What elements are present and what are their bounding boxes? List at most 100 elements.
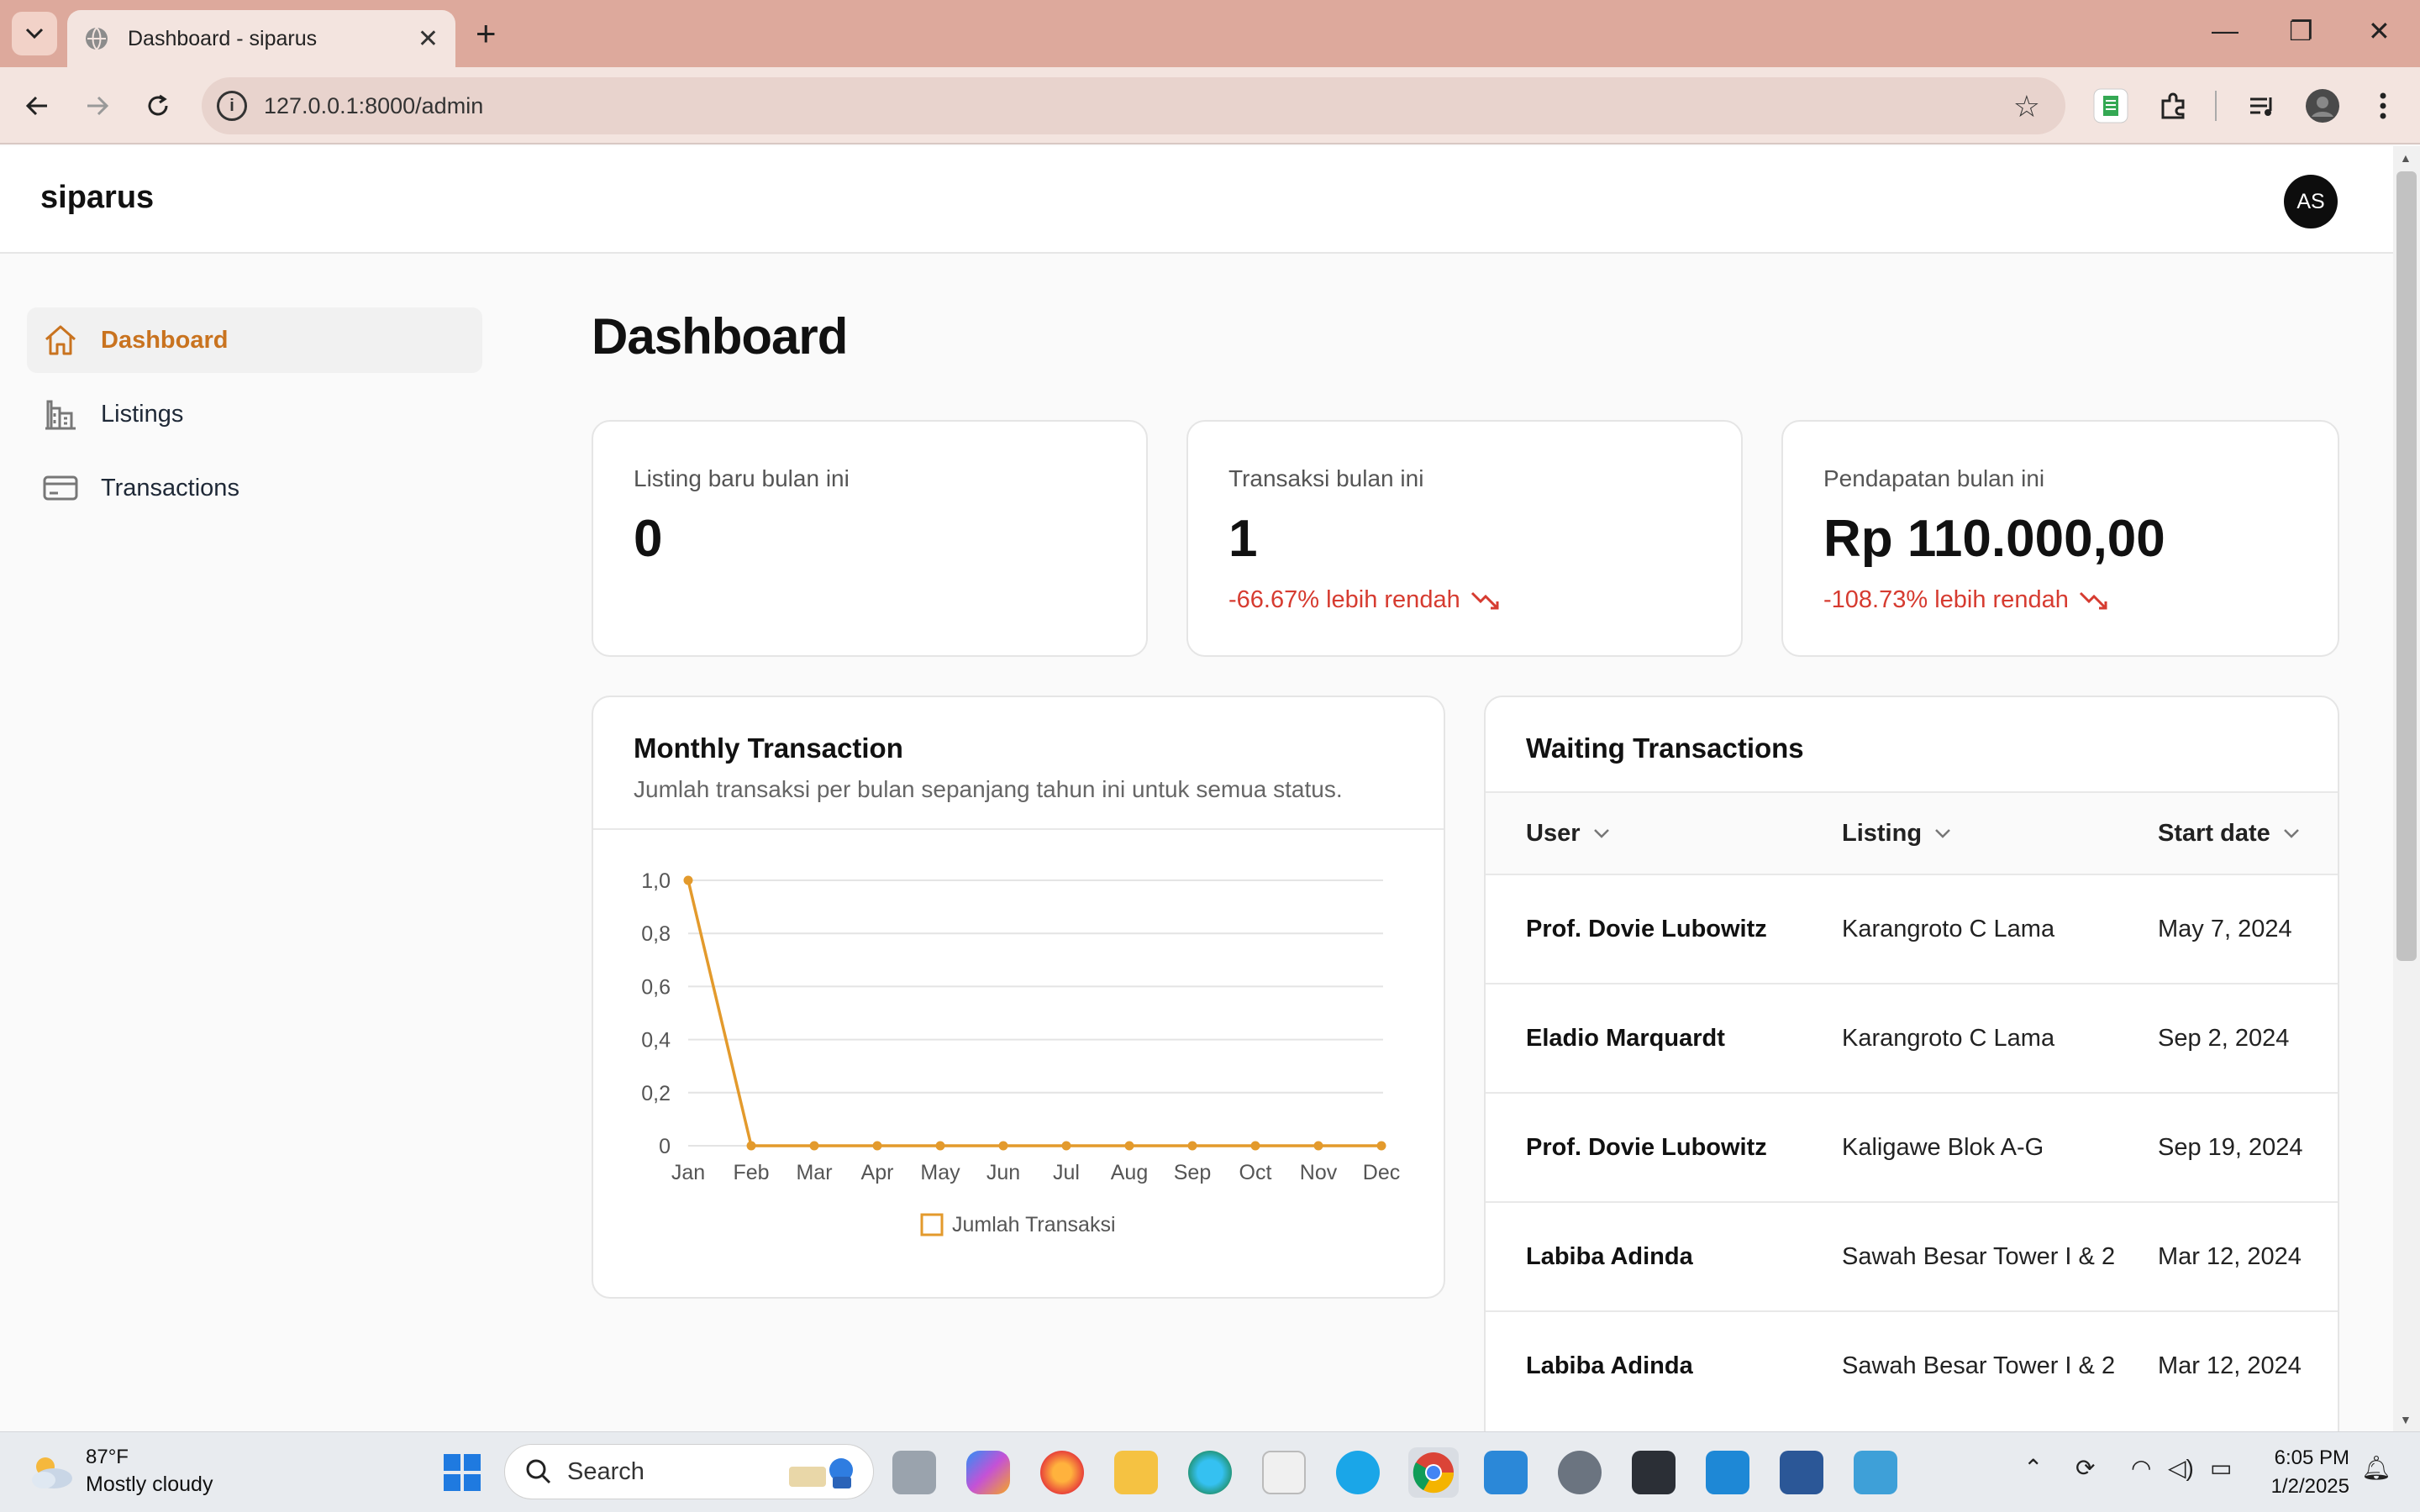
- series-line: [687, 879, 1381, 1147]
- table-row[interactable]: Labiba Adinda Sawah Besar Tower I & 2 Ma…: [1486, 1201, 2338, 1310]
- cell-user: Labiba Adinda: [1526, 1242, 1693, 1270]
- cell-user: Prof. Dovie Lubowitz: [1526, 915, 1767, 942]
- volume-icon[interactable]: ◁): [2168, 1454, 2194, 1482]
- column-header-user[interactable]: User: [1526, 793, 1611, 874]
- notepad-icon[interactable]: [1484, 1451, 1528, 1494]
- data-point: [809, 1141, 819, 1151]
- extensions-puzzle-icon[interactable]: [2153, 86, 2193, 126]
- taskbar-search[interactable]: Search: [504, 1444, 874, 1499]
- system-clock[interactable]: 6:05 PM 1/2/2025: [2269, 1444, 2349, 1501]
- user-avatar[interactable]: AS: [2284, 175, 2338, 228]
- back-button[interactable]: [17, 86, 57, 126]
- arrow-right-icon: [87, 96, 109, 116]
- cell-listing: Sawah Besar Tower I & 2: [1842, 1242, 2116, 1270]
- edge-icon[interactable]: [1188, 1451, 1232, 1494]
- minimize-button[interactable]: —: [2212, 15, 2238, 46]
- column-header-listing[interactable]: Listing: [1842, 793, 1952, 874]
- copilot-icon[interactable]: [966, 1451, 1010, 1494]
- firefox-icon[interactable]: [1040, 1451, 1084, 1494]
- scrollbar-thumb[interactable]: [2396, 171, 2417, 961]
- sidebar-item-label: Dashboard: [101, 326, 229, 354]
- stat-card-new-listings: Listing baru bulan ini 0: [592, 420, 1148, 657]
- weather-widget[interactable]: 87°F Mostly cloudy: [27, 1446, 213, 1497]
- file-explorer-icon[interactable]: [1114, 1451, 1158, 1494]
- elephant-app-icon[interactable]: [1336, 1451, 1380, 1494]
- clock-time: 6:05 PM: [2274, 1446, 2349, 1469]
- stat-delta-text: -108.73% lebih rendah: [1823, 586, 2069, 613]
- table-row[interactable]: Prof. Dovie Lubowitz Kaligawe Blok A-G S…: [1486, 1092, 2338, 1201]
- x-tick-label: Jul: [1053, 1161, 1080, 1184]
- wifi-icon[interactable]: ◠: [2131, 1454, 2151, 1482]
- chevron-down-icon: [2283, 829, 2299, 838]
- forward-button[interactable]: [77, 86, 118, 126]
- sync-icon[interactable]: ⟳: [2075, 1454, 2095, 1482]
- credit-card-icon: [42, 470, 79, 507]
- stat-delta: -66.67% lebih rendah: [1228, 586, 1502, 614]
- restore-button[interactable]: ❐: [2289, 15, 2313, 47]
- settings-gear-icon[interactable]: [1558, 1451, 1602, 1494]
- y-tick-label: 0,4: [641, 1029, 671, 1053]
- battery-icon[interactable]: ▭: [2210, 1454, 2232, 1482]
- chart-subtitle: Jumlah transaksi per bulan sepanjang tah…: [634, 776, 1343, 802]
- terminal-icon[interactable]: [1632, 1451, 1676, 1494]
- chevron-down-icon: [1935, 829, 1950, 838]
- x-tick-label: May: [920, 1161, 960, 1184]
- data-point: [935, 1141, 945, 1151]
- sidebar-item-transactions[interactable]: Transactions: [27, 455, 482, 521]
- stat-card-revenue: Pendapatan bulan ini Rp 110.000,00 -108.…: [1781, 420, 2339, 657]
- chrome-icon: [1413, 1452, 1455, 1494]
- y-tick-label: 0,2: [641, 1082, 671, 1105]
- reload-icon: [148, 94, 168, 116]
- paint-icon[interactable]: [1854, 1451, 1897, 1494]
- browser-menu-icon[interactable]: [2363, 86, 2403, 126]
- scroll-up-icon[interactable]: ▲: [2400, 151, 2412, 165]
- stat-value: 1: [1228, 510, 1258, 568]
- media-control-icon[interactable]: [2242, 86, 2282, 126]
- table-row[interactable]: Labiba Adinda Sawah Besar Tower I & 2 Ma…: [1486, 1310, 2338, 1420]
- weather-temp: 87°F: [86, 1446, 129, 1468]
- data-point: [683, 875, 693, 885]
- data-point: [872, 1141, 882, 1151]
- column-header-start-date[interactable]: Start date: [2158, 793, 2301, 874]
- sidebar-item-dashboard[interactable]: Dashboard: [27, 307, 482, 373]
- site-info-icon[interactable]: i: [217, 91, 247, 121]
- cell-start-date: Sep 2, 2024: [2158, 1024, 2290, 1052]
- stat-card-transactions: Transaksi bulan ini 1 -66.67% lebih rend…: [1186, 420, 1743, 657]
- stat-label: Pendapatan bulan ini: [1823, 465, 2045, 491]
- tray-overflow-icon[interactable]: ⌃: [2023, 1454, 2043, 1482]
- reload-button[interactable]: [138, 86, 178, 126]
- data-point: [1313, 1141, 1323, 1151]
- notification-bell-icon[interactable]: 🔔︎: [2361, 1454, 2391, 1482]
- brand-logo[interactable]: siparus: [40, 180, 154, 216]
- page-scrollbar[interactable]: ▲ ▼: [2393, 146, 2420, 1431]
- chevron-down-icon: [1593, 829, 1609, 838]
- app-header: siparus AS: [0, 146, 2393, 254]
- sheets-extension-icon[interactable]: [2091, 86, 2131, 126]
- start-button[interactable]: [440, 1451, 484, 1494]
- address-bar[interactable]: i 127.0.0.1:8000/admin ☆: [202, 77, 2065, 134]
- chrome-active-button[interactable]: [1408, 1447, 1459, 1498]
- toolbar-divider: [2215, 91, 2217, 121]
- page-title: Dashboard: [592, 308, 848, 365]
- data-point: [1124, 1141, 1134, 1151]
- tab-search-button[interactable]: [12, 12, 57, 55]
- table-row[interactable]: Eladio Marquardt Karangroto C Lama Sep 2…: [1486, 983, 2338, 1092]
- task-view-icon[interactable]: [892, 1451, 936, 1494]
- word-icon[interactable]: [1780, 1451, 1823, 1494]
- profile-avatar-icon[interactable]: [2302, 86, 2343, 126]
- browser-tab[interactable]: Dashboard - siparus ✕: [67, 10, 455, 67]
- close-window-button[interactable]: ✕: [2368, 15, 2391, 47]
- sidebar-item-listings[interactable]: Listings: [27, 381, 482, 447]
- table-row[interactable]: Prof. Dovie Lubowitz Karangroto C Lama M…: [1486, 874, 2338, 983]
- x-tick-label: Dec: [1363, 1161, 1400, 1184]
- os-taskbar: 87°F Mostly cloudy Search ⌃ ⟳ ◠ ◁) ▭ 6:0…: [0, 1431, 2420, 1512]
- tab-close-icon[interactable]: ✕: [418, 24, 439, 54]
- cell-user: Prof. Dovie Lubowitz: [1526, 1133, 1767, 1161]
- new-tab-button[interactable]: +: [476, 15, 497, 52]
- data-point: [1376, 1141, 1386, 1151]
- scroll-down-icon[interactable]: ▼: [2400, 1413, 2412, 1426]
- bookmark-star-icon[interactable]: ☆: [2013, 89, 2040, 124]
- microsoft-store-icon[interactable]: [1262, 1451, 1306, 1494]
- x-tick-label: Feb: [733, 1161, 769, 1184]
- vscode-icon[interactable]: [1706, 1451, 1749, 1494]
